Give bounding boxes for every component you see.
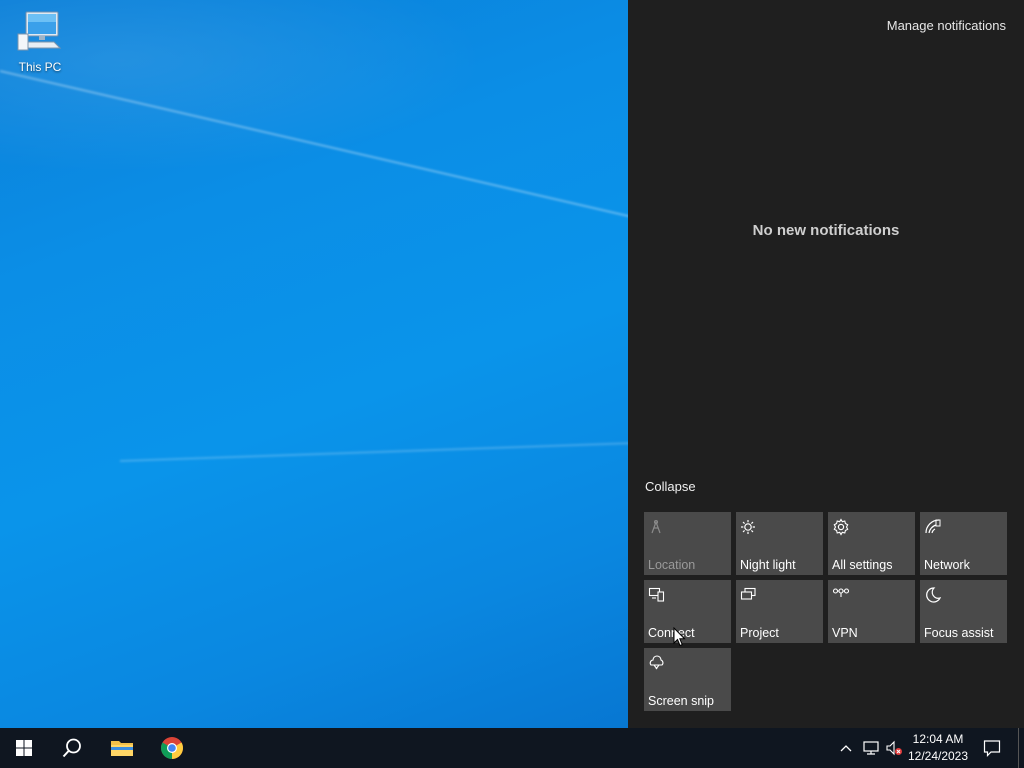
quick-action-all-settings[interactable]: All settings xyxy=(828,512,915,575)
project-icon xyxy=(740,587,756,600)
file-explorer-button[interactable] xyxy=(98,728,146,768)
quick-action-network[interactable]: Network xyxy=(920,512,1007,575)
desktop-icon-this-pc[interactable]: This PC xyxy=(12,8,68,74)
manage-notifications-link[interactable]: Manage notifications xyxy=(887,18,1006,33)
location-icon xyxy=(651,519,661,534)
quick-action-label: VPN xyxy=(832,626,858,640)
windows-logo-icon xyxy=(16,740,32,756)
connect-icon xyxy=(648,587,665,602)
wallpaper-light-beam xyxy=(119,439,628,462)
quick-action-label: Location xyxy=(648,558,696,572)
search-icon xyxy=(62,738,81,758)
show-hidden-icons-button[interactable] xyxy=(836,728,856,768)
folder-icon xyxy=(111,741,133,756)
quick-action-label: Focus assist xyxy=(924,626,994,640)
gear-icon xyxy=(833,518,849,536)
start-button[interactable] xyxy=(0,728,48,768)
volume-tray-button[interactable] xyxy=(884,728,904,768)
quick-action-label: Network xyxy=(924,558,970,572)
desktop-icon-label: This PC xyxy=(18,60,62,74)
quick-action-label: Night light xyxy=(740,558,796,572)
taskbar: 12:04 AM 12/24/2023 xyxy=(0,728,1024,768)
action-center-panel: Manage notifications No new notification… xyxy=(628,0,1024,728)
quick-action-location[interactable]: Location xyxy=(644,512,731,575)
quick-action-project[interactable]: Project xyxy=(736,580,823,643)
moon-icon xyxy=(926,587,942,603)
chevron-up-icon xyxy=(840,745,852,752)
volume-muted-icon xyxy=(886,740,902,756)
quick-action-connect[interactable]: Connect xyxy=(644,580,731,643)
brightness-icon xyxy=(741,520,755,534)
quick-action-focus-assist[interactable]: Focus assist xyxy=(920,580,1007,643)
quick-action-label: Project xyxy=(740,626,779,640)
quick-action-night-light[interactable]: Night light xyxy=(736,512,823,575)
action-center-button[interactable] xyxy=(978,728,1006,768)
collapse-quick-actions-link[interactable]: Collapse xyxy=(645,479,696,494)
clock-time: 12:04 AM xyxy=(912,732,964,746)
quick-action-label: All settings xyxy=(832,558,893,572)
quick-action-vpn[interactable]: VPN xyxy=(828,580,915,643)
quick-actions-grid: Location Night light All settings Networ… xyxy=(644,512,1024,712)
empty-notifications-message: No new notifications xyxy=(752,222,900,239)
chrome-button[interactable] xyxy=(148,728,196,768)
action-center-icon xyxy=(983,740,1001,757)
chrome-icon xyxy=(161,737,183,759)
network-tray-button[interactable] xyxy=(860,728,882,768)
taskbar-clock[interactable]: 12:04 AM 12/24/2023 xyxy=(902,731,974,765)
clock-date: 12/24/2023 xyxy=(907,749,969,763)
search-button[interactable] xyxy=(48,728,96,768)
quick-action-label: Screen snip xyxy=(648,694,715,708)
vpn-icon xyxy=(832,588,850,597)
show-desktop-button[interactable] xyxy=(1018,728,1019,768)
wallpaper-light-beam xyxy=(0,70,628,243)
quick-action-screen-snip[interactable]: Screen snip xyxy=(644,648,731,711)
computer-icon xyxy=(17,11,62,51)
quick-action-label: Connect xyxy=(648,626,695,640)
snip-icon xyxy=(649,655,664,670)
desktop: This PC xyxy=(0,0,628,728)
network-icon xyxy=(925,519,941,534)
network-tray-icon xyxy=(863,741,879,755)
